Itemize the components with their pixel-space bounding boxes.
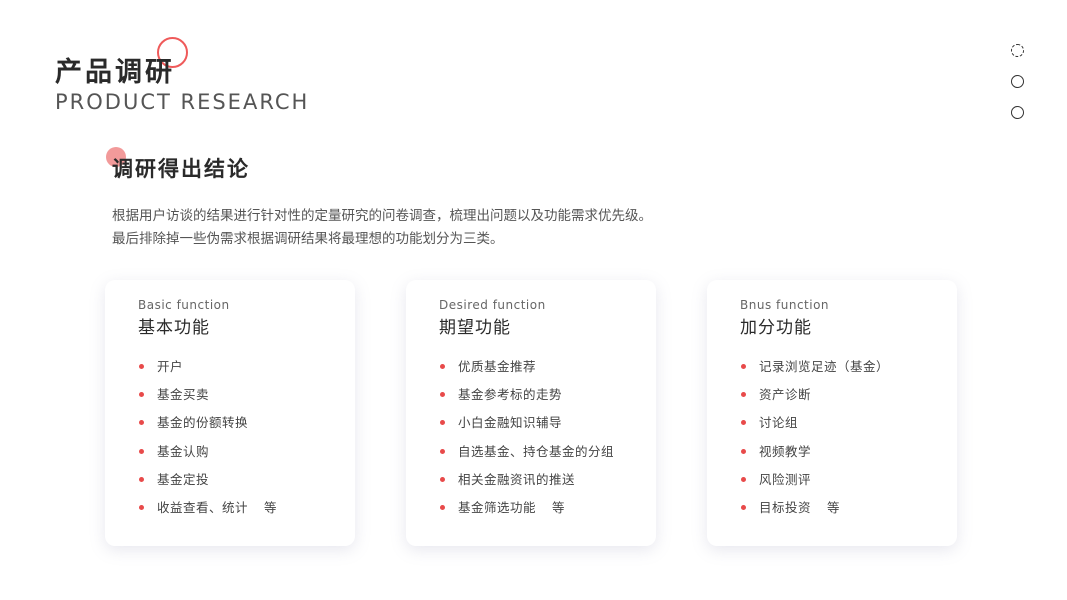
- feature-list: 开户 基金买卖 基金的份额转换 基金认购 基金定投 收益查看、统计等: [138, 359, 355, 528]
- item-suffix: 等: [552, 499, 566, 515]
- item-text: 基金买卖: [157, 387, 210, 403]
- bullet-icon: [741, 504, 746, 510]
- bullet-icon: [741, 420, 746, 426]
- bullet-icon: [741, 476, 746, 482]
- list-item: 开户: [138, 359, 355, 387]
- bullet-icon: [440, 420, 445, 426]
- list-item: 基金买卖: [138, 387, 355, 415]
- list-item: 讨论组: [740, 415, 957, 443]
- list-item: 视频教学: [740, 444, 957, 472]
- bullet-icon: [440, 476, 445, 482]
- item-suffix: 等: [827, 499, 841, 515]
- card-subtitle: Bnus function: [740, 298, 830, 312]
- bullet-icon: [139, 448, 144, 454]
- item-text: 优质基金推荐: [458, 359, 537, 374]
- item-text: 基金定投: [157, 471, 210, 487]
- item-suffix: 等: [264, 499, 278, 515]
- item-text: 讨论组: [759, 415, 799, 431]
- description-line: 最后排除掉一些伪需求根据调研结果将最理想的功能划分为三类。: [112, 231, 504, 247]
- bullet-icon: [139, 364, 144, 369]
- bullet-icon: [440, 448, 445, 454]
- page-title: 产品调研: [55, 57, 175, 88]
- bullet-icon: [440, 364, 445, 369]
- pager: [1011, 44, 1025, 137]
- item-text: 目标投资: [759, 499, 812, 515]
- list-item: 目标投资等: [740, 500, 957, 528]
- list-item: 风险测评: [740, 472, 957, 500]
- list-item: 基金认购: [138, 444, 355, 472]
- item-text: 风险测评: [759, 471, 812, 487]
- item-text: 自选基金、持仓基金的分组: [458, 443, 615, 459]
- item-text: 收益查看、统计: [157, 499, 249, 515]
- card-subtitle: Basic function: [138, 298, 230, 312]
- feature-list: 优质基金推荐 基金参考标的走势 小白金融知识辅导 自选基金、持仓基金的分组 相关…: [439, 359, 656, 528]
- item-text: 基金参考标的走势: [458, 387, 563, 403]
- bullet-icon: [440, 504, 445, 510]
- bullet-icon: [741, 392, 746, 398]
- section-description: 根据用户访谈的结果进行针对性的定量研究的问卷调查，梳理出问题以及功能需求优先级。…: [112, 205, 652, 251]
- slide: 产品调研 PRODUCT RESEARCH 调研得出结论 根据用户访谈的结果进行…: [0, 0, 1067, 600]
- list-item: 小白金融知识辅导: [439, 415, 656, 443]
- item-text: 记录浏览足迹（基金）: [759, 359, 890, 374]
- item-text: 相关金融资讯的推送: [458, 471, 576, 487]
- bullet-icon: [741, 364, 746, 369]
- section-title: 调研得出结论: [112, 157, 250, 181]
- item-text: 基金的份额转换: [157, 415, 249, 431]
- card-desired-function: Desired function 期望功能 优质基金推荐 基金参考标的走势 小白…: [406, 280, 656, 546]
- card-title: 期望功能: [439, 318, 511, 338]
- bullet-icon: [440, 392, 445, 398]
- card-bonus-function: Bnus function 加分功能 记录浏览足迹（基金） 资产诊断 讨论组 视…: [707, 280, 957, 546]
- item-text: 小白金融知识辅导: [458, 415, 563, 431]
- bullet-icon: [139, 476, 144, 482]
- list-item: 基金的份额转换: [138, 415, 355, 443]
- list-item: 记录浏览足迹（基金）: [740, 359, 957, 387]
- list-item: 收益查看、统计等: [138, 500, 355, 528]
- bullet-icon: [741, 448, 746, 454]
- list-item: 基金定投: [138, 472, 355, 500]
- item-text: 资产诊断: [759, 387, 812, 403]
- item-text: 视频教学: [759, 443, 812, 459]
- list-item: 基金筛选功能等: [439, 500, 656, 528]
- list-item: 优质基金推荐: [439, 359, 656, 387]
- list-item: 基金参考标的走势: [439, 387, 656, 415]
- pager-dot-icon[interactable]: [1011, 106, 1024, 119]
- card-basic-function: Basic function 基本功能 开户 基金买卖 基金的份额转换 基金认购…: [105, 280, 355, 546]
- item-text: 基金认购: [157, 443, 210, 459]
- pager-dot-active-icon[interactable]: [1011, 44, 1024, 57]
- pager-dot-icon[interactable]: [1011, 75, 1024, 88]
- list-item: 自选基金、持仓基金的分组: [439, 444, 656, 472]
- bullet-icon: [139, 392, 144, 398]
- card-title: 基本功能: [138, 318, 210, 338]
- bullet-icon: [139, 420, 144, 426]
- item-text: 开户: [157, 359, 184, 374]
- item-text: 基金筛选功能: [458, 499, 537, 515]
- bullet-icon: [139, 504, 144, 510]
- page-subtitle: PRODUCT RESEARCH: [55, 90, 310, 114]
- feature-list: 记录浏览足迹（基金） 资产诊断 讨论组 视频教学 风险测评 目标投资等: [740, 359, 957, 528]
- card-title: 加分功能: [740, 318, 812, 338]
- list-item: 相关金融资讯的推送: [439, 472, 656, 500]
- card-subtitle: Desired function: [439, 298, 546, 312]
- list-item: 资产诊断: [740, 387, 957, 415]
- description-line: 根据用户访谈的结果进行针对性的定量研究的问卷调查，梳理出问题以及功能需求优先级。: [112, 208, 652, 224]
